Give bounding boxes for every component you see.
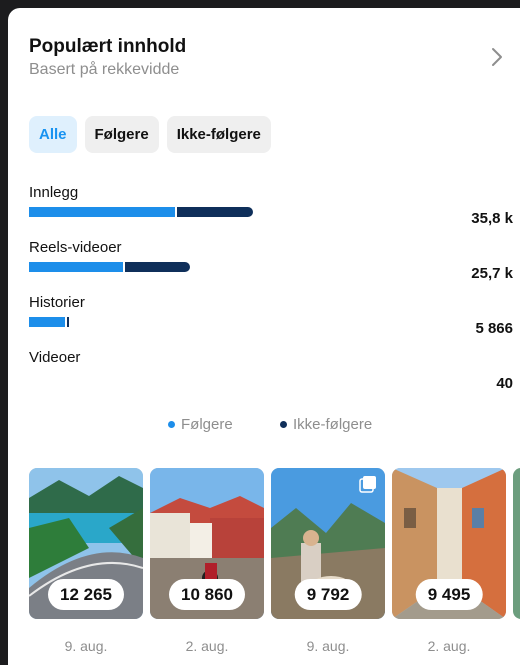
- legend-followers-label: Følgere: [181, 416, 233, 433]
- row-label: Videoer: [29, 349, 81, 366]
- row-label: Historier: [29, 294, 85, 311]
- post-thumbnail[interactable]: 9 792: [271, 468, 385, 619]
- top-content-card: Populært innhold Basert på rekkevidde Al…: [8, 8, 520, 665]
- row-reels[interactable]: Reels-videoer 25,7 k: [29, 239, 520, 294]
- post-date: 2. aug.: [427, 638, 471, 654]
- reach-bar: [29, 207, 253, 217]
- filter-followers[interactable]: Følgere: [84, 116, 159, 153]
- reach-bar: [29, 317, 69, 327]
- row-videos[interactable]: Videoer 40: [29, 349, 520, 404]
- reach-count: 9 495: [415, 579, 483, 610]
- row-value: 40: [496, 375, 513, 392]
- legend-non-followers: Ikke-følgere: [280, 416, 372, 433]
- filter-all[interactable]: Alle: [29, 116, 77, 153]
- filter-non-followers[interactable]: Ikke-følgere: [166, 116, 271, 153]
- card-header[interactable]: Populært innhold Basert på rekkevidde: [29, 36, 520, 79]
- row-value: 5 866: [475, 320, 513, 337]
- carousel-icon: [359, 476, 376, 493]
- reach-count: 9 792: [294, 579, 362, 610]
- post-date: 9. aug.: [306, 638, 350, 654]
- row-label: Innlegg: [29, 184, 79, 201]
- content-type-breakdown: Innlegg 35,8 k Reels-videoer 25,7 k Hist…: [29, 184, 520, 404]
- reach-count: 12 265: [48, 579, 124, 610]
- row-value: 35,8 k: [471, 210, 513, 227]
- card-title: Populært innhold: [29, 36, 187, 57]
- row-posts[interactable]: Innlegg 35,8 k: [29, 184, 520, 239]
- reach-bar: [29, 262, 190, 272]
- row-value: 25,7 k: [471, 265, 513, 282]
- post-date: 9. aug.: [64, 638, 108, 654]
- row-stories[interactable]: Historier 5 866: [29, 294, 520, 349]
- reach-count: 10 860: [169, 579, 245, 610]
- legend-followers: Følgere: [168, 416, 233, 433]
- legend-non-followers-label: Ikke-følgere: [293, 416, 373, 433]
- legend: Følgere Ikke-følgere: [8, 416, 520, 436]
- post-thumbnail[interactable]: 9 495: [392, 468, 506, 619]
- followers-dot-icon: [168, 421, 175, 428]
- top-posts-carousel: 12 265 10 860 9 792 9 495 9. aug. 2. aug…: [29, 468, 520, 654]
- post-thumbnail[interactable]: 10 860: [150, 468, 264, 619]
- audience-filter: Alle Følgere Ikke-følgere: [29, 116, 271, 153]
- post-date: 2. aug.: [185, 638, 229, 654]
- post-thumbnail-partial[interactable]: [513, 468, 520, 619]
- card-subtitle: Basert på rekkevidde: [29, 61, 180, 78]
- row-label: Reels-videoer: [29, 239, 122, 256]
- post-thumbnail[interactable]: 12 265: [29, 468, 143, 619]
- non-followers-dot-icon: [280, 421, 287, 428]
- chevron-right-icon[interactable]: [486, 46, 508, 68]
